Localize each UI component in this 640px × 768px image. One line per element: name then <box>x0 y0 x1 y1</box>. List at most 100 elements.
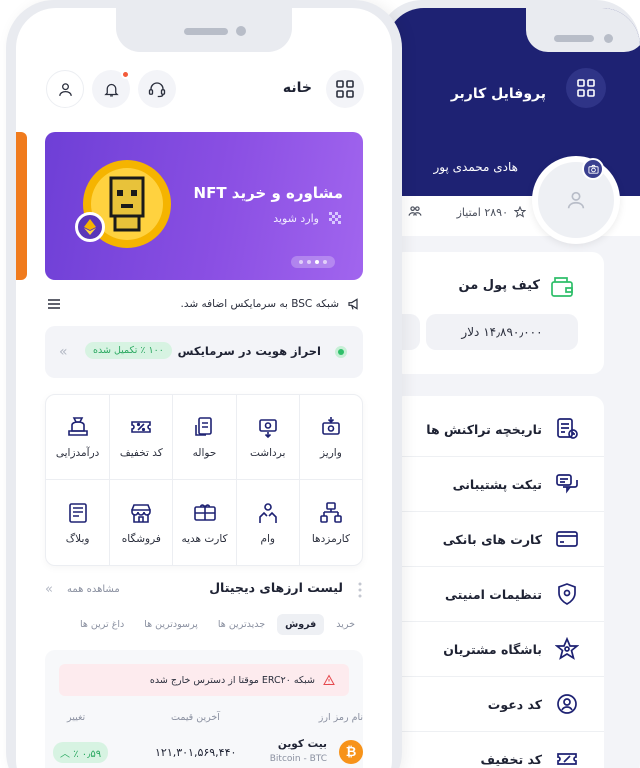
ethereum-badge <box>75 212 105 242</box>
action-store[interactable]: فروشگاه <box>109 480 172 565</box>
phone-notch <box>116 8 292 52</box>
menu-item-label: تاریخچه تراکنش ها <box>426 421 542 437</box>
see-all-link[interactable]: مشاهده همه <box>67 584 120 595</box>
profile-title: پروفایل کاربر <box>450 86 546 102</box>
bitcoin-icon: ₿ <box>339 740 363 764</box>
action-discount-code[interactable]: کد تخفیف <box>109 395 173 480</box>
wallet-balance: ۱۴٫۸۹۰٫۰۰۰ دلار <box>426 314 578 350</box>
crypto-table: شبکه ERC۲۰ موقتا از دسترس خارج شده نام ر… <box>45 650 363 768</box>
customer-club-icon <box>554 636 580 662</box>
megaphone-icon <box>348 298 358 310</box>
double-chevron-left-icon: « <box>45 582 53 597</box>
menu-item-customer-club[interactable]: باشگاه مشتریان <box>392 622 604 677</box>
transfer-icon <box>194 417 212 436</box>
wallet-card[interactable]: کیف پول من ۱۴٫۸۹۰٫۰۰۰ دلار <box>386 252 604 374</box>
coin-name: بیت کوین <box>277 738 327 750</box>
network-alert: شبکه ERC۲۰ موقتا از دسترس خارج شده <box>59 664 349 696</box>
grid-icon <box>336 80 354 98</box>
ethereum-icon <box>84 219 96 235</box>
home-phone: خانه مشاوره و خرید NFT وارد شوید شبکه BS… <box>6 0 402 768</box>
pattern-icon <box>329 212 341 224</box>
action-transfer[interactable]: حواله <box>172 395 236 480</box>
support-button[interactable] <box>138 70 176 108</box>
filter-newest[interactable]: جدیدترین ها <box>210 614 273 635</box>
action-withdraw[interactable]: برداشت <box>235 395 299 480</box>
menu-item-label: تنظیمات امنیتی <box>444 586 542 602</box>
identity-verification-card[interactable]: احراز هویت در سرمایکس ۱۰۰ ٪ تکمیل شده « <box>45 326 363 378</box>
action-label: حواله <box>192 447 217 459</box>
page-title: خانه <box>282 80 312 96</box>
filter-hottest[interactable]: داغ ترین ها <box>72 614 132 635</box>
menu-item-discount-code[interactable]: کد تخفیف <box>392 732 604 768</box>
action-earning[interactable]: درآمدزایی <box>46 395 110 480</box>
drag-dots-icon <box>358 582 362 598</box>
filter-most-profitable[interactable]: پرسودترین ها <box>136 614 206 635</box>
coin-change-badge: ۰٫۵۹ ٪ ︿ <box>53 742 109 763</box>
action-label: واریز <box>320 447 342 459</box>
bell-icon <box>103 83 119 97</box>
banner-subtitle: وارد شوید <box>273 212 319 225</box>
discount-icon <box>554 746 580 768</box>
phone-notch <box>526 8 640 52</box>
menu-item-security-settings[interactable]: تنظیمات امنیتی <box>392 567 604 622</box>
wallet-title: کیف پول من <box>458 278 540 293</box>
list-menu-icon[interactable] <box>48 299 60 309</box>
app-showcase: پروفایل کاربر هادی محمدی پور ۲۸۹۰ امتیاز… <box>0 0 640 768</box>
crypto-filter-tabs: خرید فروش جدیدترین ها پرسودترین ها داغ ت… <box>45 612 363 636</box>
profile-phone: پروفایل کاربر هادی محمدی پور ۲۸۹۰ امتیاز… <box>378 0 640 768</box>
action-label: برداشت <box>250 447 286 459</box>
nft-banner[interactable]: مشاوره و خرید NFT وارد شوید <box>45 132 363 280</box>
security-shield-icon <box>554 581 580 607</box>
menu-item-support-ticket[interactable]: تیکت پشتیبانی <box>392 457 604 512</box>
banner-title: مشاوره و خرید NFT <box>193 184 343 202</box>
quick-actions-grid: واریز برداشت حواله کد تخفیف درآمدزایی کا… <box>45 394 363 566</box>
action-label: وبلاگ <box>65 532 90 545</box>
users-icon <box>408 206 422 216</box>
menu-item-label: کد دعوت <box>487 696 542 712</box>
column-name: نام رمز ارز <box>318 712 363 723</box>
action-blog[interactable]: وبلاگ <box>46 480 109 565</box>
blog-icon <box>68 502 87 523</box>
crypto-list-header: لیست ارزهای دیجیتال مشاهده همه « <box>45 578 363 600</box>
bank-card-icon <box>554 526 580 552</box>
menu-grid-button[interactable] <box>326 70 364 108</box>
carousel-indicator[interactable] <box>291 256 335 268</box>
menu-grid-button[interactable] <box>566 68 606 108</box>
action-gift-card[interactable]: کارت هدیه <box>172 480 235 565</box>
kyc-title: احراز هویت در سرمایکس <box>177 344 321 358</box>
menu-item-transaction-history[interactable]: تاریخچه تراکنش ها <box>392 402 604 457</box>
store-icon <box>131 503 152 523</box>
loan-icon <box>258 502 277 523</box>
column-change: تغییر <box>67 712 86 723</box>
action-label: کد تخفیف <box>119 447 163 459</box>
profile-button[interactable] <box>46 70 84 108</box>
action-label: فروشگاه <box>121 532 161 545</box>
menu-item-label: کارت های بانکی <box>442 531 542 547</box>
menu-item-bank-cards[interactable]: کارت های بانکی <box>392 512 604 567</box>
announcement-bar[interactable]: شبکه BSC به سرمایکس اضافه شد. <box>45 294 363 314</box>
filter-buy[interactable]: خرید <box>328 614 363 635</box>
action-loan[interactable]: وام <box>235 480 299 565</box>
filter-sell[interactable]: فروش <box>277 613 325 635</box>
camera-icon <box>587 164 599 174</box>
announcement-text: شبکه BSC به سرمایکس اضافه شد. <box>180 298 339 310</box>
menu-item-label: کد تخفیف <box>480 751 542 767</box>
previous-banner-edge <box>16 132 27 280</box>
status-dot <box>335 346 347 358</box>
points-value: ۲۸۹۰ امتیاز <box>456 205 508 219</box>
avatar[interactable] <box>532 156 620 244</box>
user-silhouette-icon <box>567 191 585 209</box>
fees-icon <box>320 501 342 523</box>
action-deposit[interactable]: واریز <box>298 395 362 480</box>
notifications-button[interactable] <box>92 70 130 108</box>
change-photo-button[interactable] <box>582 158 604 180</box>
action-label: کارمزدها <box>311 532 350 545</box>
gift-card-icon <box>193 503 216 521</box>
warning-icon <box>323 674 335 685</box>
column-price: آخرین قیمت <box>171 712 220 723</box>
action-label: وام <box>260 532 275 545</box>
alert-text: شبکه ERC۲۰ موقتا از دسترس خارج شده <box>149 674 315 686</box>
action-fees[interactable]: کارمزدها <box>298 480 362 565</box>
crypto-list-title: لیست ارزهای دیجیتال <box>209 580 343 595</box>
menu-item-invite-code[interactable]: کد دعوت <box>392 677 604 732</box>
